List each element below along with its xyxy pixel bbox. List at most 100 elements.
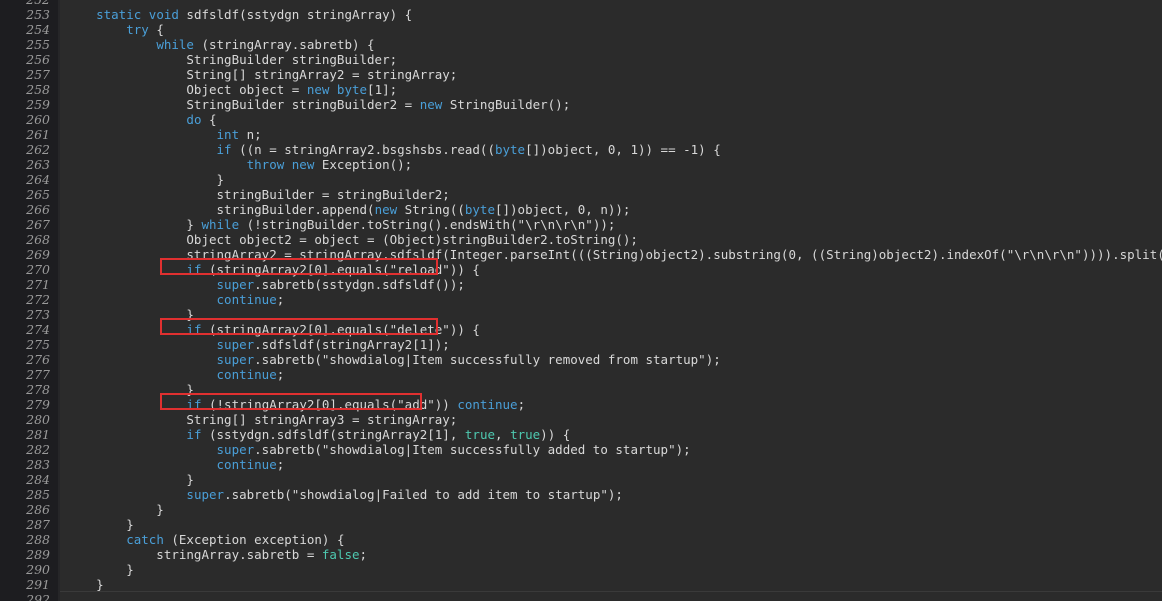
code-token: byte — [464, 202, 495, 217]
code-line[interactable]: 280 String[] stringArray3 = stringArray; — [0, 412, 1162, 427]
code-line[interactable]: 274 if (stringArray2[0].equals("delete")… — [0, 322, 1162, 337]
code-line[interactable]: 285 super.sabretb("showdialog|Failed to … — [0, 487, 1162, 502]
code-line[interactable]: 264 } — [0, 172, 1162, 187]
line-number: 266 — [26, 202, 50, 217]
code-line[interactable]: 267 } while (!stringBuilder.toString().e… — [0, 217, 1162, 232]
code-line-text: while (stringArray.sabretb) { — [66, 37, 374, 52]
line-number: 276 — [26, 352, 50, 367]
code-token: )) { — [540, 427, 571, 442]
code-line[interactable]: 286 } — [0, 502, 1162, 517]
code-token: new byte — [306, 82, 368, 97]
line-number: 281 — [26, 427, 50, 442]
code-line[interactable]: 282 super.sabretb("showdialog|Item succe… — [0, 442, 1162, 457]
code-line[interactable]: 255 while (stringArray.sabretb) { — [0, 37, 1162, 52]
code-line[interactable]: 266 stringBuilder.append(new String((byt… — [0, 202, 1162, 217]
code-token: true — [464, 427, 495, 442]
code-token: true — [510, 427, 541, 442]
code-line[interactable]: 292 — [0, 592, 1162, 601]
code-line[interactable]: 276 super.sabretb("showdialog|Item succe… — [0, 352, 1162, 367]
code-line[interactable]: 268 Object object2 = object = (Object)st… — [0, 232, 1162, 247]
code-token: .sabretb(sstydgn.sdfsldf()); — [254, 277, 465, 292]
code-line[interactable]: 269 stringArray2 = stringArray.sdfsldf(I… — [0, 247, 1162, 262]
code-token: ; — [276, 292, 285, 307]
code-line[interactable]: 279 if (!stringArray2[0].equals("add")) … — [0, 397, 1162, 412]
code-line-text: } — [66, 307, 194, 322]
code-line-text: catch (Exception exception) { — [66, 532, 344, 547]
code-token: } — [66, 502, 164, 517]
code-token: ; — [359, 547, 368, 562]
code-line[interactable]: 263 throw new Exception(); — [0, 157, 1162, 172]
line-number: 283 — [26, 457, 50, 472]
code-token: (sstydgn.sdfsldf(stringArray2[1], — [201, 427, 465, 442]
line-number: 290 — [26, 562, 50, 577]
code-line[interactable]: 278 } — [0, 382, 1162, 397]
code-token: stringBuilder.append( — [66, 202, 375, 217]
code-token: } — [66, 517, 134, 532]
code-line[interactable]: 283 continue; — [0, 457, 1162, 472]
code-line[interactable]: 271 super.sabretb(sstydgn.sdfsldf()); — [0, 277, 1162, 292]
line-number: 291 — [26, 577, 50, 592]
line-number: 261 — [26, 127, 50, 142]
code-line[interactable]: 289 stringArray.sabretb = false; — [0, 547, 1162, 562]
code-line[interactable]: 253 static void sdfsldf(sstydgn stringAr… — [0, 7, 1162, 22]
code-line[interactable]: 284 } — [0, 472, 1162, 487]
code-line[interactable]: 288 catch (Exception exception) { — [0, 532, 1162, 547]
code-token: , — [495, 427, 511, 442]
code-line[interactable]: 261 int n; — [0, 127, 1162, 142]
code-token: { — [148, 22, 164, 37]
code-line[interactable]: 277 continue; — [0, 367, 1162, 382]
code-token: throw new — [246, 157, 315, 172]
code-token: } — [66, 472, 194, 487]
code-line[interactable]: 258 Object object = new byte[1]; — [0, 82, 1162, 97]
code-line[interactable]: 290 } — [0, 562, 1162, 577]
code-line[interactable]: 257 String[] stringArray2 = stringArray; — [0, 67, 1162, 82]
line-number: 279 — [26, 397, 50, 412]
line-number: 265 — [26, 187, 50, 202]
line-number: 255 — [26, 37, 50, 52]
code-line[interactable]: 260 do { — [0, 112, 1162, 127]
code-line-text: StringBuilder stringBuilder2 = new Strin… — [66, 97, 570, 112]
code-token: n; — [239, 127, 262, 142]
line-number: 262 — [26, 142, 50, 157]
code-line[interactable]: 287 } — [0, 517, 1162, 532]
line-number: 269 — [26, 247, 50, 262]
code-line-text: super.sabretb(sstydgn.sdfsldf()); — [66, 277, 465, 292]
code-line[interactable]: 262 if ((n = stringArray2.bsgshsbs.read(… — [0, 142, 1162, 157]
code-line[interactable]: 272 continue; — [0, 292, 1162, 307]
code-token: ; — [517, 397, 526, 412]
code-token: stringBuilder = stringBuilder2; — [66, 187, 450, 202]
code-token: stringArray.sabretb = — [66, 547, 322, 562]
code-line-text: Object object2 = object = (Object)string… — [66, 232, 638, 247]
code-content-area[interactable]: 252253 static void sdfsldf(sstydgn strin… — [0, 0, 1162, 601]
code-line-text: } — [66, 472, 194, 487]
code-line[interactable]: 273 } — [0, 307, 1162, 322]
code-line-text: } — [66, 382, 194, 397]
code-line[interactable]: 252 — [0, 0, 1162, 7]
code-line[interactable]: 254 try { — [0, 22, 1162, 37]
code-line-text: static void sdfsldf(sstydgn stringArray)… — [66, 7, 412, 22]
code-line[interactable]: 259 StringBuilder stringBuilder2 = new S… — [0, 97, 1162, 112]
code-token: } — [66, 577, 104, 592]
code-line[interactable]: 281 if (sstydgn.sdfsldf(stringArray2[1],… — [0, 427, 1162, 442]
code-line[interactable]: 275 super.sdfsldf(stringArray2[1]); — [0, 337, 1162, 352]
code-token: .sdfsldf(stringArray2[1]); — [254, 337, 450, 352]
code-line[interactable]: 256 StringBuilder stringBuilder; — [0, 52, 1162, 67]
line-number: 282 — [26, 442, 50, 457]
code-token: } — [66, 217, 202, 232]
code-line-text: super.sabretb("showdialog|Item successfu… — [66, 352, 721, 367]
code-line[interactable]: 291 } — [0, 577, 1162, 592]
code-line[interactable]: 265 stringBuilder = stringBuilder2; — [0, 187, 1162, 202]
line-number: 263 — [26, 157, 50, 172]
code-token: (!stringBuilder.toString().endsWith("\r\… — [239, 217, 616, 232]
code-line-text: stringBuilder = stringBuilder2; — [66, 187, 450, 202]
line-number: 258 — [26, 82, 50, 97]
code-token: StringBuilder(); — [442, 97, 571, 112]
code-line[interactable]: 270 if (stringArray2[0].equals("reload")… — [0, 262, 1162, 277]
line-number: 267 — [26, 217, 50, 232]
